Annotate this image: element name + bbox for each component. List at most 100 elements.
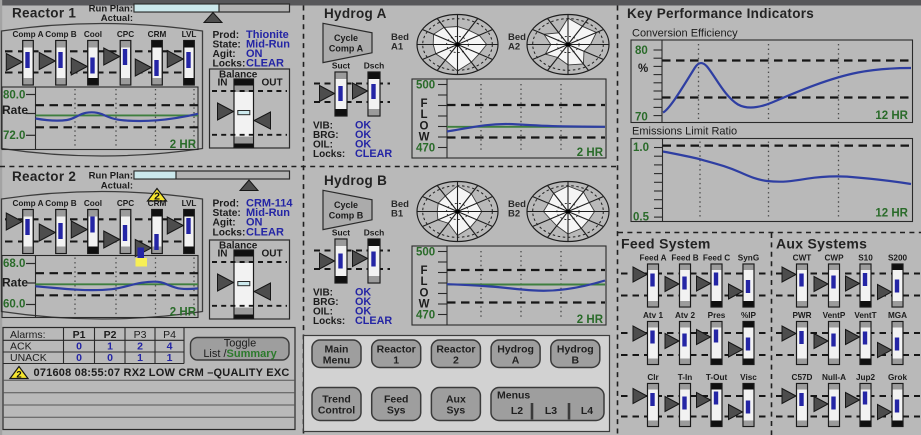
svg-text:IN: IN [218,77,228,88]
svg-text:Key Performance Indicators: Key Performance Indicators [627,6,814,21]
svg-text:Null-A: Null-A [822,373,846,382]
svg-text:Comp A: Comp A [329,44,364,54]
svg-text:Cool: Cool [84,199,102,208]
svg-text:0: 0 [107,352,113,364]
svg-text:12 HR: 12 HR [875,110,908,122]
svg-text:Control: Control [318,405,355,417]
svg-text:A: A [512,354,520,366]
svg-text:Conversion Efficiency: Conversion Efficiency [632,28,738,40]
svg-text:Clr: Clr [647,373,659,382]
svg-text:Alarms:: Alarms: [10,329,46,341]
svg-text:List /Summary: List /Summary [203,348,277,360]
svg-text:T-In: T-In [678,373,693,382]
svg-text:L3: L3 [545,405,557,417]
svg-text:Reactor 2: Reactor 2 [12,169,76,184]
svg-text:Aux Systems: Aux Systems [776,236,867,252]
svg-text:A1: A1 [391,42,404,53]
svg-text:80: 80 [635,45,648,57]
svg-text:B: B [572,354,580,366]
svg-text:80.0: 80.0 [3,89,25,101]
svg-text:1: 1 [167,352,173,364]
svg-text:Sys: Sys [387,405,406,417]
svg-text:Hydrog A: Hydrog A [324,6,387,21]
svg-text:OUT: OUT [262,248,283,259]
svg-text:SynG: SynG [738,254,759,263]
svg-text:2: 2 [137,341,143,353]
svg-text:CRM: CRM [148,199,167,208]
svg-text:4: 4 [167,341,173,353]
svg-text:L: L [420,276,427,288]
svg-text:68.0: 68.0 [3,258,25,270]
svg-text:Reactor 1: Reactor 1 [12,6,76,21]
svg-text:CLEAR: CLEAR [246,57,284,69]
svg-text:Suct: Suct [332,228,350,238]
svg-text:1.0: 1.0 [633,142,649,154]
svg-text:Menus: Menus [497,389,530,401]
svg-text:0.5: 0.5 [633,211,650,223]
svg-text:W: W [419,299,430,311]
svg-text:Feed A: Feed A [640,254,667,263]
svg-text:1: 1 [393,354,399,366]
svg-text:Locks:: Locks: [213,227,246,238]
svg-text:Comp B: Comp B [45,199,76,208]
svg-text:Comp A: Comp A [12,30,43,39]
svg-text:Emissions Limit Ratio: Emissions Limit Ratio [632,125,737,137]
svg-text:Cycle: Cycle [334,33,358,43]
svg-text:W: W [419,132,430,144]
svg-text:B2: B2 [508,209,520,220]
svg-text:L: L [420,109,427,121]
svg-text:2 HR: 2 HR [170,139,197,151]
svg-text:CRM: CRM [148,30,167,39]
svg-text:CWT: CWT [793,254,812,263]
svg-text:470: 470 [416,142,435,154]
svg-text:Actual:: Actual: [101,180,133,191]
svg-text:LVL: LVL [182,199,197,208]
svg-text:Feed C: Feed C [703,254,730,263]
svg-text:S10: S10 [858,254,873,263]
svg-text:Menu: Menu [323,354,350,366]
svg-text:12 HR: 12 HR [875,207,908,219]
svg-text:O: O [420,120,429,132]
svg-text:LVL: LVL [182,30,197,39]
svg-text:Grok: Grok [888,373,908,382]
svg-text:Comp A: Comp A [12,199,43,208]
svg-text:CLEAR: CLEAR [355,315,392,327]
svg-text:Feed System: Feed System [621,236,711,252]
svg-text:CLEAR: CLEAR [355,148,392,160]
svg-text:P3: P3 [134,329,147,341]
svg-text:OUT: OUT [262,77,283,88]
svg-text:70: 70 [635,112,648,124]
svg-text:Cycle: Cycle [334,200,358,210]
svg-text:S200: S200 [888,254,908,263]
svg-text:O: O [420,287,429,299]
svg-text:P1: P1 [73,329,86,341]
svg-text:071608 08:55:07 RX2 LOW CRM –Q: 071608 08:55:07 RX2 LOW CRM –QUALITY EXC [34,367,290,379]
svg-text:Cool: Cool [84,30,102,39]
svg-text:P2: P2 [104,329,117,341]
svg-text:Rate: Rate [2,103,28,117]
svg-text:P4: P4 [163,329,176,341]
svg-text:2 HR: 2 HR [577,314,604,326]
svg-text:L2: L2 [511,405,523,417]
svg-text:VentP: VentP [823,311,846,320]
svg-text:Sys: Sys [447,405,466,417]
svg-text:F: F [420,98,427,110]
svg-text:Dsch: Dsch [364,228,384,238]
svg-text:C57D: C57D [792,373,813,382]
svg-text:1: 1 [137,352,143,364]
svg-text:2 HR: 2 HR [170,306,197,318]
svg-text:%IP: %IP [741,311,757,320]
svg-text:Actual:: Actual: [101,13,133,24]
svg-text:A2: A2 [508,42,520,53]
svg-text:2 HR: 2 HR [577,147,604,159]
svg-text:F: F [420,265,427,277]
svg-text:CPC: CPC [117,30,134,39]
svg-text:L4: L4 [581,405,593,417]
svg-text:500: 500 [416,246,435,258]
svg-text:Pres: Pres [708,311,726,320]
svg-text:Locks:: Locks: [213,58,246,69]
svg-text:CWP: CWP [824,254,844,263]
svg-text:PWR: PWR [792,311,811,320]
svg-text:T-Out: T-Out [706,373,728,382]
svg-text:UNACK: UNACK [10,352,47,364]
